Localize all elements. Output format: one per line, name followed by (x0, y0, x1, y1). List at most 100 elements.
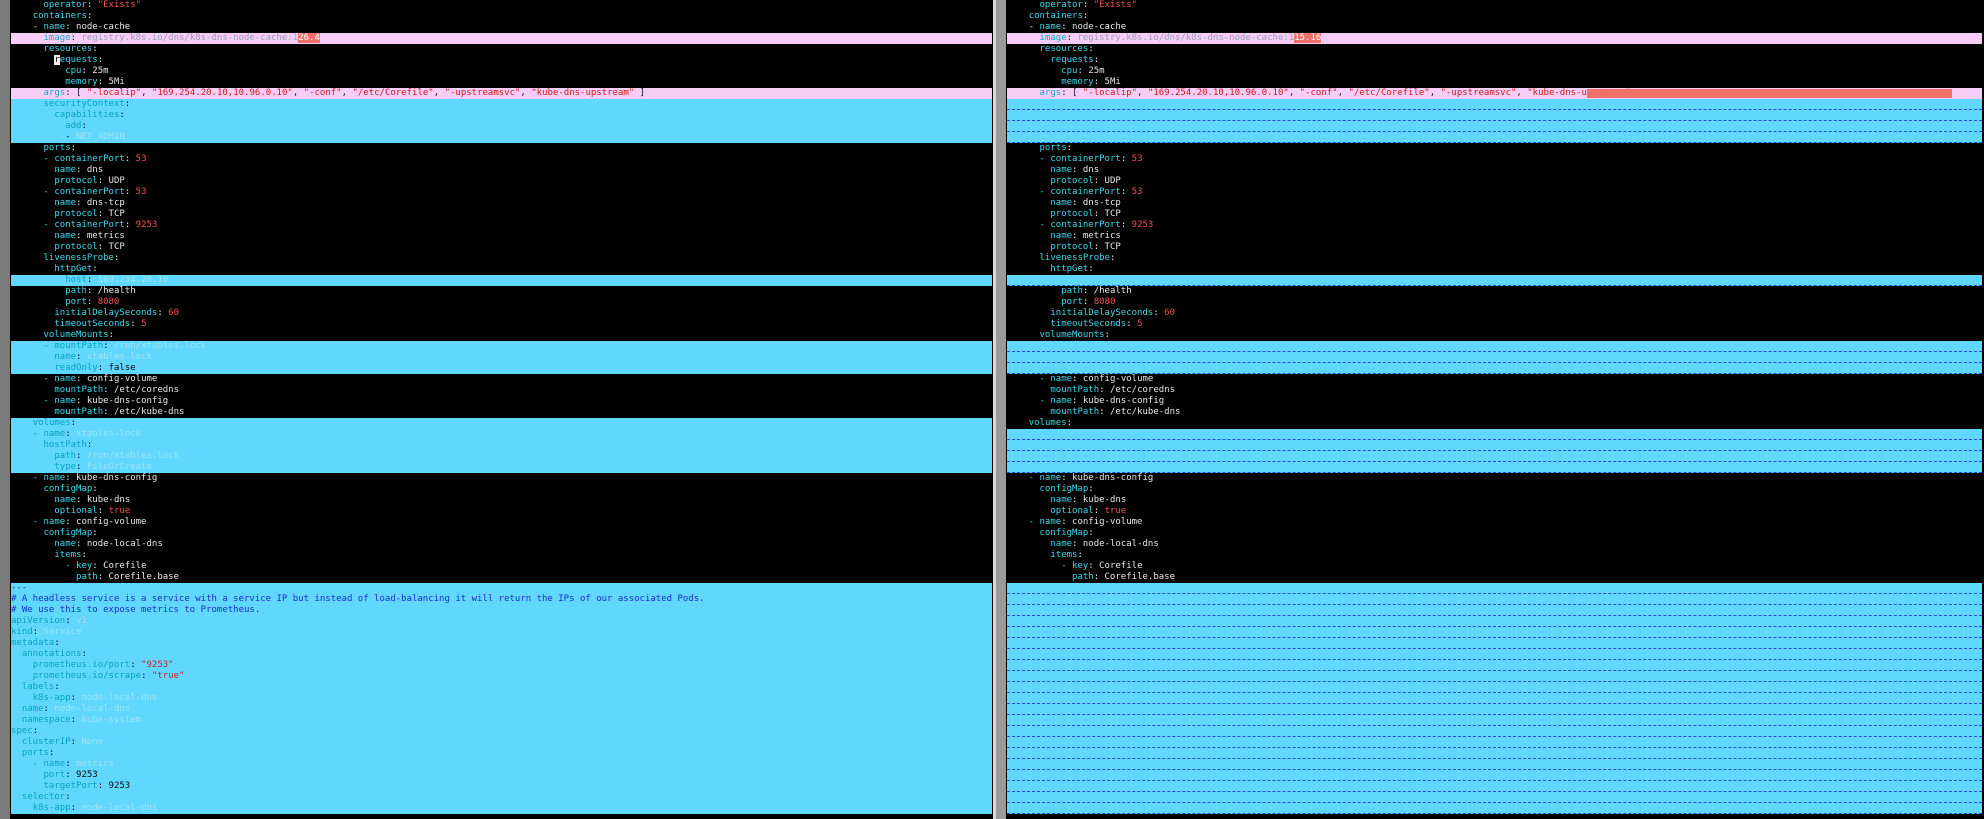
diff-filler-line[interactable] (1007, 341, 1982, 352)
diff-deleted-line[interactable]: # A headless service is a service with a… (11, 594, 992, 605)
code-line[interactable]: initialDelaySeconds: 60 (1007, 308, 1982, 319)
diff-deleted-line[interactable]: port: 9253 (11, 770, 992, 781)
code-line[interactable]: port: 8080 (1007, 297, 1982, 308)
diff-deleted-line[interactable]: name: node-local-dns (11, 704, 992, 715)
diff-filler-line[interactable] (1007, 671, 1982, 682)
code-line[interactable]: path: Corefile.base (11, 572, 992, 583)
diff-changed-line[interactable]: args: [ "-localip", "169.254.20.10,10.96… (11, 88, 992, 99)
diff-filler-line[interactable] (1007, 748, 1982, 759)
code-line[interactable]: - containerPort: 9253 (1007, 220, 1982, 231)
diff-filler-line[interactable] (1007, 649, 1982, 660)
diff-filler-line[interactable] (1007, 781, 1982, 792)
diff-filler-line[interactable] (1007, 110, 1982, 121)
diff-deleted-line[interactable]: name: xtables-lock (11, 352, 992, 363)
code-line[interactable]: operator: "Exists" (1007, 0, 1982, 11)
diff-filler-line[interactable] (1007, 275, 1982, 286)
code-line[interactable]: configMap: (11, 528, 992, 539)
diff-deleted-line[interactable]: - NET_ADMIN (11, 132, 992, 143)
code-line[interactable]: initialDelaySeconds: 60 (11, 308, 992, 319)
code-line[interactable]: path: /health (11, 286, 992, 297)
code-line[interactable]: name: kube-dns (1007, 495, 1982, 506)
diff-filler-line[interactable] (1007, 759, 1982, 770)
code-line[interactable]: - name: kube-dns-config (1007, 473, 1982, 484)
code-line[interactable]: livenessProbe: (1007, 253, 1982, 264)
diff-deleted-line[interactable]: namespace: kube-system (11, 715, 992, 726)
diff-deleted-line[interactable]: add: (11, 121, 992, 132)
code-line[interactable]: requests: (1007, 55, 1982, 66)
code-line[interactable]: path: Corefile.base (1007, 572, 1982, 583)
code-line[interactable]: optional: true (1007, 506, 1982, 517)
diff-deleted-line[interactable]: spec: (11, 726, 992, 737)
code-line[interactable]: optional: true (11, 506, 992, 517)
code-line[interactable]: - name: config-volume (1007, 374, 1982, 385)
code-line[interactable]: memory: 5Mi (11, 77, 992, 88)
diff-filler-line[interactable] (1007, 462, 1982, 473)
diff-deleted-line[interactable]: - name: xtables-lock (11, 429, 992, 440)
code-line[interactable]: timeoutSeconds: 5 (1007, 319, 1982, 330)
code-line[interactable]: httpGet: (11, 264, 992, 275)
diff-filler-line[interactable] (1007, 726, 1982, 737)
code-line[interactable]: containers: (11, 11, 992, 22)
diff-filler-line[interactable] (1007, 616, 1982, 627)
code-line[interactable]: requests: (11, 55, 992, 66)
code-line[interactable]: configMap: (11, 484, 992, 495)
diff-deleted-line[interactable]: capabilities: (11, 110, 992, 121)
code-line[interactable]: configMap: (1007, 484, 1982, 495)
code-line[interactable]: - containerPort: 53 (1007, 154, 1982, 165)
code-line[interactable]: - key: Corefile (11, 561, 992, 572)
diff-filler-line[interactable] (1007, 429, 1982, 440)
diff-filler-line[interactable] (1007, 693, 1982, 704)
diff-filler-line[interactable] (1007, 594, 1982, 605)
diff-deleted-line[interactable]: ports: (11, 748, 992, 759)
diff-filler-line[interactable] (1007, 132, 1982, 143)
diff-filler-line[interactable] (1007, 682, 1982, 693)
code-line[interactable]: - name: config-volume (11, 374, 992, 385)
left-diff-pane[interactable]: operator: "Exists" containers: - name: n… (11, 0, 992, 819)
code-line[interactable]: - key: Corefile (1007, 561, 1982, 572)
code-line[interactable]: - name: node-cache (1007, 22, 1982, 33)
code-line[interactable]: name: node-local-dns (1007, 539, 1982, 550)
diff-deleted-line[interactable]: selector: (11, 792, 992, 803)
code-line[interactable]: httpGet: (1007, 264, 1982, 275)
diff-filler-line[interactable] (1007, 660, 1982, 671)
code-line[interactable]: items: (1007, 550, 1982, 561)
diff-deleted-line[interactable]: prometheus.io/port: "9253" (11, 660, 992, 671)
code-line[interactable]: mountPath: /etc/coredns (11, 385, 992, 396)
code-line[interactable]: - name: config-volume (1007, 517, 1982, 528)
diff-deleted-line[interactable]: annotations: (11, 649, 992, 660)
code-line[interactable]: protocol: TCP (11, 242, 992, 253)
diff-deleted-line[interactable]: host: 169.254.20.10 (11, 275, 992, 286)
code-line[interactable]: port: 8080 (11, 297, 992, 308)
code-line[interactable]: name: node-local-dns (11, 539, 992, 550)
code-line[interactable]: - name: kube-dns-config (11, 473, 992, 484)
code-line[interactable]: name: metrics (11, 231, 992, 242)
code-line[interactable]: - containerPort: 53 (1007, 187, 1982, 198)
code-line[interactable]: volumes: (1007, 418, 1982, 429)
code-line[interactable]: name: dns-tcp (11, 198, 992, 209)
diff-filler-line[interactable] (1007, 792, 1982, 803)
code-line[interactable]: protocol: TCP (1007, 209, 1982, 220)
diff-filler-line[interactable] (1007, 583, 1982, 594)
diff-filler-line[interactable] (1007, 352, 1982, 363)
code-line[interactable]: resources: (11, 44, 992, 55)
code-line[interactable]: - containerPort: 53 (11, 154, 992, 165)
code-line[interactable]: - containerPort: 9253 (11, 220, 992, 231)
code-line[interactable]: volumeMounts: (11, 330, 992, 341)
code-line[interactable]: - name: config-volume (11, 517, 992, 528)
code-line[interactable]: protocol: UDP (1007, 176, 1982, 187)
code-line[interactable]: mountPath: /etc/coredns (1007, 385, 1982, 396)
code-line[interactable]: name: metrics (1007, 231, 1982, 242)
code-line[interactable]: protocol: TCP (1007, 242, 1982, 253)
code-line[interactable]: name: dns (1007, 165, 1982, 176)
code-line[interactable]: livenessProbe: (11, 253, 992, 264)
code-line[interactable]: memory: 5Mi (1007, 77, 1982, 88)
code-line[interactable]: ports: (1007, 143, 1982, 154)
code-line[interactable]: resources: (1007, 44, 1982, 55)
code-line[interactable]: - name: node-cache (11, 22, 992, 33)
diff-filler-line[interactable] (1007, 605, 1982, 616)
diff-deleted-line[interactable]: hostPath: (11, 440, 992, 451)
code-line[interactable]: path: /health (1007, 286, 1982, 297)
diff-deleted-line[interactable]: # We use this to expose metrics to Prome… (11, 605, 992, 616)
code-line[interactable]: mountPath: /etc/kube-dns (1007, 407, 1982, 418)
diff-deleted-line[interactable]: volumes: (11, 418, 992, 429)
